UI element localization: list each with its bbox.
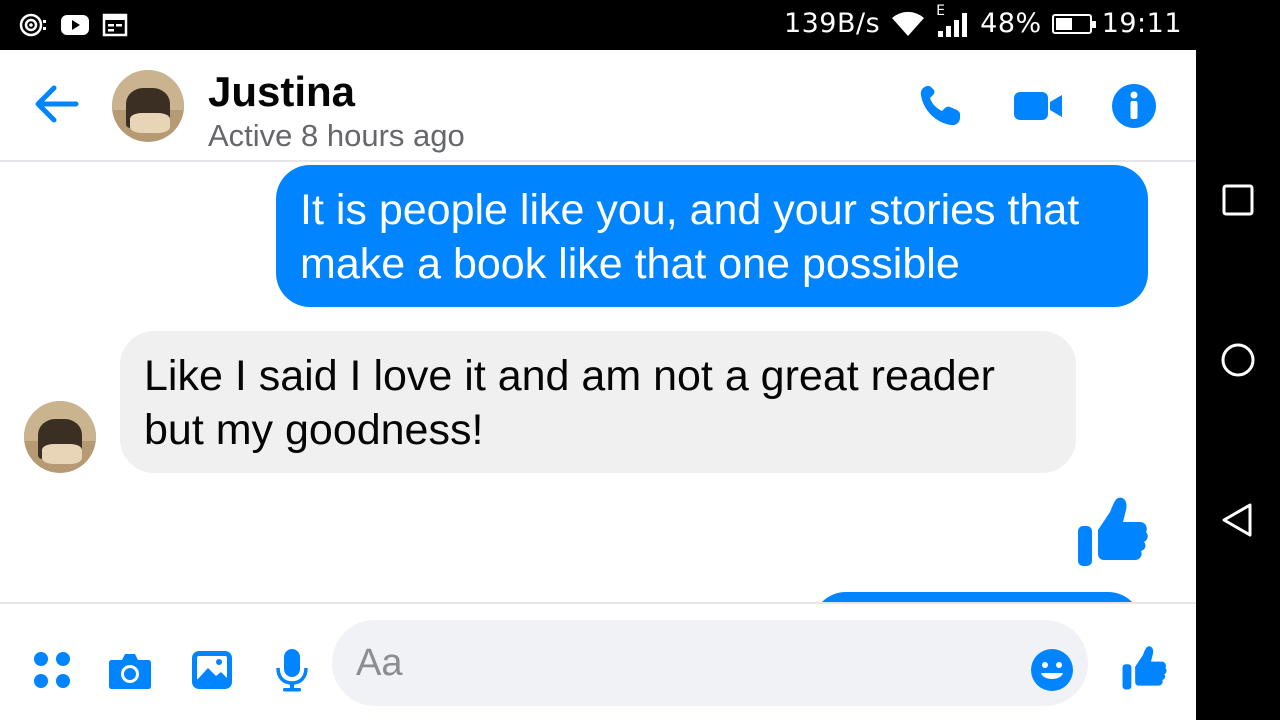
microphone-icon[interactable] — [270, 648, 314, 692]
messenger-conversation: Justina Active 8 hours ago It is people … — [0, 50, 1196, 720]
network-speed: 139B/s — [783, 8, 881, 39]
info-icon[interactable] — [1108, 80, 1160, 132]
youtube-icon — [61, 15, 89, 35]
battery-percent: 48% — [980, 8, 1042, 39]
message-composer — [0, 602, 1196, 720]
active-status: Active 8 hours ago — [208, 118, 465, 153]
message-input[interactable] — [332, 620, 1088, 706]
conversation-header: Justina Active 8 hours ago — [0, 50, 1196, 162]
phone-icon[interactable] — [914, 80, 966, 132]
status-right: 139B/s E 48% 19:11 — [783, 3, 1182, 40]
emoji-icon[interactable] — [1030, 648, 1074, 692]
gallery-icon[interactable] — [190, 648, 234, 692]
contact-name[interactable]: Justina — [208, 68, 355, 116]
battery-icon — [1051, 13, 1096, 34]
sender-avatar[interactable] — [24, 401, 96, 473]
signal-icon: E — [936, 3, 970, 39]
hotspot-icon — [19, 13, 46, 37]
status-left-icons — [18, 12, 128, 38]
system-navigation-bar — [1196, 0, 1280, 720]
recents-icon[interactable] — [1216, 178, 1260, 222]
outgoing-message[interactable]: It is people like you, and your stories … — [276, 165, 1148, 307]
back-arrow-icon[interactable] — [30, 82, 80, 126]
camera-icon[interactable] — [108, 648, 152, 692]
apps-icon[interactable] — [30, 648, 74, 692]
back-icon[interactable] — [1216, 498, 1260, 542]
status-bar: 139B/s E 48% 19:11 — [0, 0, 1196, 50]
video-icon[interactable] — [1012, 80, 1064, 132]
thumbs-up-icon[interactable] — [1074, 494, 1150, 570]
calendar-icon — [102, 13, 128, 37]
home-icon[interactable] — [1216, 338, 1260, 382]
wifi-icon — [892, 11, 925, 36]
incoming-message[interactable]: Like I said I love it and am not a great… — [120, 331, 1076, 473]
clock: 19:11 — [1101, 8, 1182, 39]
contact-avatar[interactable] — [112, 70, 184, 142]
thumbs-up-icon[interactable] — [1120, 644, 1168, 692]
